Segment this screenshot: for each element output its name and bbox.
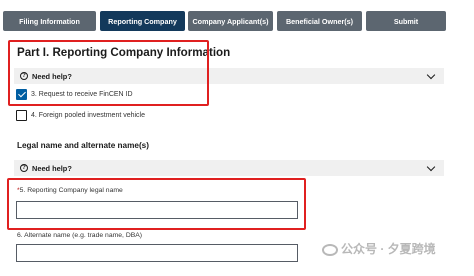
- watermark-text: 公众号 · 夕夏跨境: [341, 242, 436, 256]
- watermark: 公众号 · 夕夏跨境: [322, 240, 436, 257]
- alternate-name-label: 6. Alternate name (e.g. trade name, DBA): [17, 232, 143, 239]
- wechat-icon: [322, 243, 338, 256]
- legal-name-input[interactable]: [16, 201, 298, 219]
- chevron-down-icon: [426, 162, 436, 172]
- tab-reporting-company[interactable]: Reporting Company: [100, 11, 185, 31]
- help-circle-icon: ?: [20, 72, 28, 80]
- alternate-name-input[interactable]: [16, 244, 298, 262]
- foreign-pooled-label: 4. Foreign pooled investment vehicle: [31, 112, 146, 119]
- chevron-down-icon: [426, 70, 436, 80]
- legal-name-label-text: 5. Reporting Company legal name: [19, 187, 123, 194]
- fincen-id-label: 3. Request to receive FinCEN ID: [31, 91, 133, 98]
- fincen-id-checkbox[interactable]: [16, 89, 27, 100]
- need-help-label: Need help?: [32, 163, 72, 173]
- foreign-pooled-option[interactable]: 4. Foreign pooled investment vehicle: [16, 110, 145, 121]
- tab-filing-information[interactable]: Filing Information: [3, 11, 96, 31]
- legal-name-label: *5. Reporting Company legal name: [17, 187, 123, 194]
- help-circle-icon: ?: [20, 164, 28, 172]
- need-help-label: Need help?: [32, 71, 72, 81]
- section-title: Part I. Reporting Company Information: [17, 46, 231, 59]
- progress-tabs: Filing Information Reporting Company Com…: [0, 0, 474, 40]
- fincen-id-option[interactable]: 3. Request to receive FinCEN ID: [16, 89, 133, 100]
- tab-submit[interactable]: Submit: [366, 11, 446, 31]
- need-help-accordion[interactable]: ? Need help?: [14, 68, 444, 84]
- tab-company-applicants[interactable]: Company Applicant(s): [188, 11, 273, 31]
- tab-beneficial-owners[interactable]: Beneficial Owner(s): [277, 11, 362, 31]
- legal-name-heading: Legal name and alternate name(s): [17, 141, 149, 150]
- need-help-accordion[interactable]: ? Need help?: [14, 160, 444, 176]
- foreign-pooled-checkbox[interactable]: [16, 110, 27, 121]
